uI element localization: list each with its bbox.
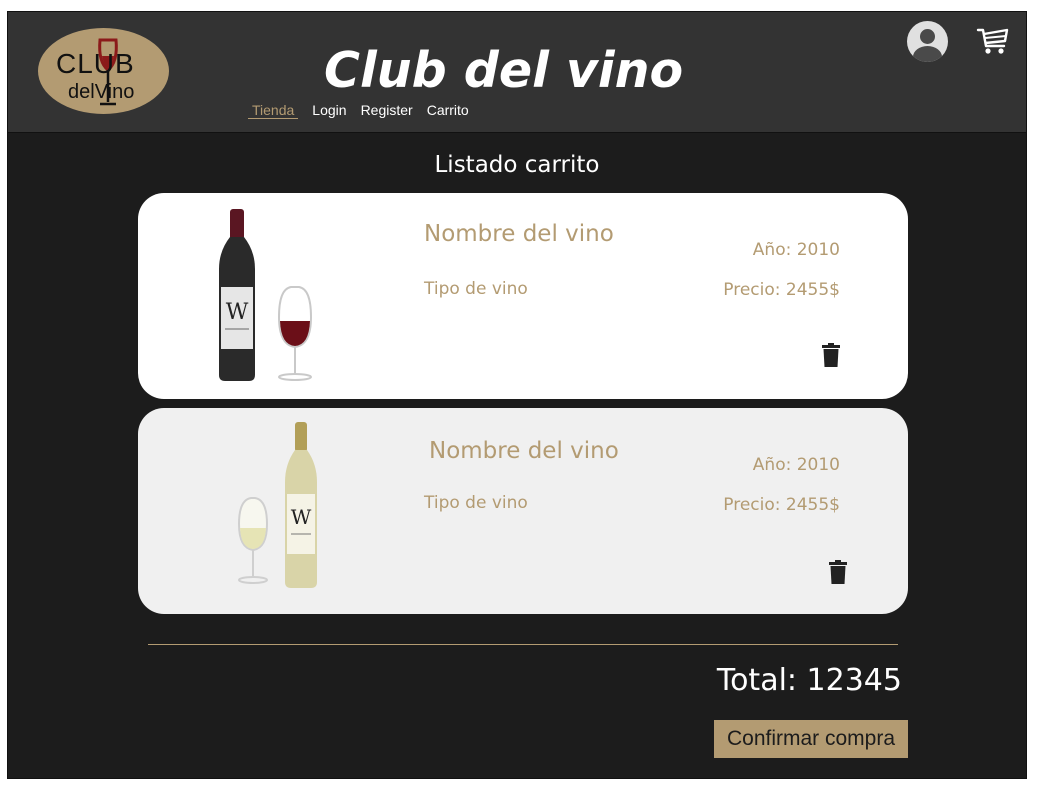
wine-name: Nombre del vino bbox=[429, 438, 619, 464]
app-frame: CLUB delVino Club del vino Tienda Login … bbox=[7, 11, 1027, 779]
nav-link-tienda[interactable]: Tienda bbox=[248, 102, 299, 119]
avatar-body bbox=[913, 46, 942, 62]
site-header: CLUB delVino Club del vino Tienda Login … bbox=[8, 12, 1026, 133]
logo-text-delvino: delVino bbox=[68, 81, 135, 103]
shopping-cart-icon[interactable] bbox=[976, 26, 1010, 60]
wine-name: Nombre del vino bbox=[424, 221, 614, 247]
trash-icon[interactable] bbox=[829, 560, 847, 584]
cart-item-card: W Nombre del vino Tipo de vino Año: 2010… bbox=[138, 408, 908, 614]
wine-price: Precio: 2455$ bbox=[723, 280, 840, 300]
wine-type: Tipo de vino bbox=[424, 493, 528, 513]
white-wine-bottle-image: W bbox=[237, 422, 317, 588]
user-avatar-icon[interactable] bbox=[907, 21, 948, 62]
nav-link-login[interactable]: Login bbox=[312, 102, 346, 119]
total-divider bbox=[148, 644, 898, 645]
page-heading: Listado carrito bbox=[434, 152, 600, 178]
confirm-purchase-button[interactable]: Confirmar compra bbox=[714, 720, 908, 758]
club-logo[interactable]: CLUB delVino bbox=[38, 28, 169, 114]
trash-icon[interactable] bbox=[822, 343, 840, 367]
cart-total: Total: 12345 bbox=[716, 663, 902, 698]
site-title: Club del vino bbox=[324, 42, 684, 99]
cart-item-card: W Nombre del vino Tipo de vino Año: 2010… bbox=[138, 193, 908, 399]
wine-type: Tipo de vino bbox=[424, 279, 528, 299]
svg-text:W: W bbox=[291, 505, 312, 529]
logo-text-club: CLUB bbox=[56, 48, 135, 79]
nav-link-register[interactable]: Register bbox=[361, 102, 413, 119]
wine-year: Año: 2010 bbox=[752, 240, 840, 260]
wine-price: Precio: 2455$ bbox=[723, 495, 840, 515]
avatar-head bbox=[920, 29, 935, 44]
wine-year: Año: 2010 bbox=[752, 455, 840, 475]
svg-text:W: W bbox=[226, 300, 249, 325]
red-wine-bottle-image: W bbox=[219, 209, 313, 381]
main-nav: Tienda Login Register Carrito bbox=[248, 102, 469, 119]
nav-link-carrito[interactable]: Carrito bbox=[427, 102, 469, 119]
